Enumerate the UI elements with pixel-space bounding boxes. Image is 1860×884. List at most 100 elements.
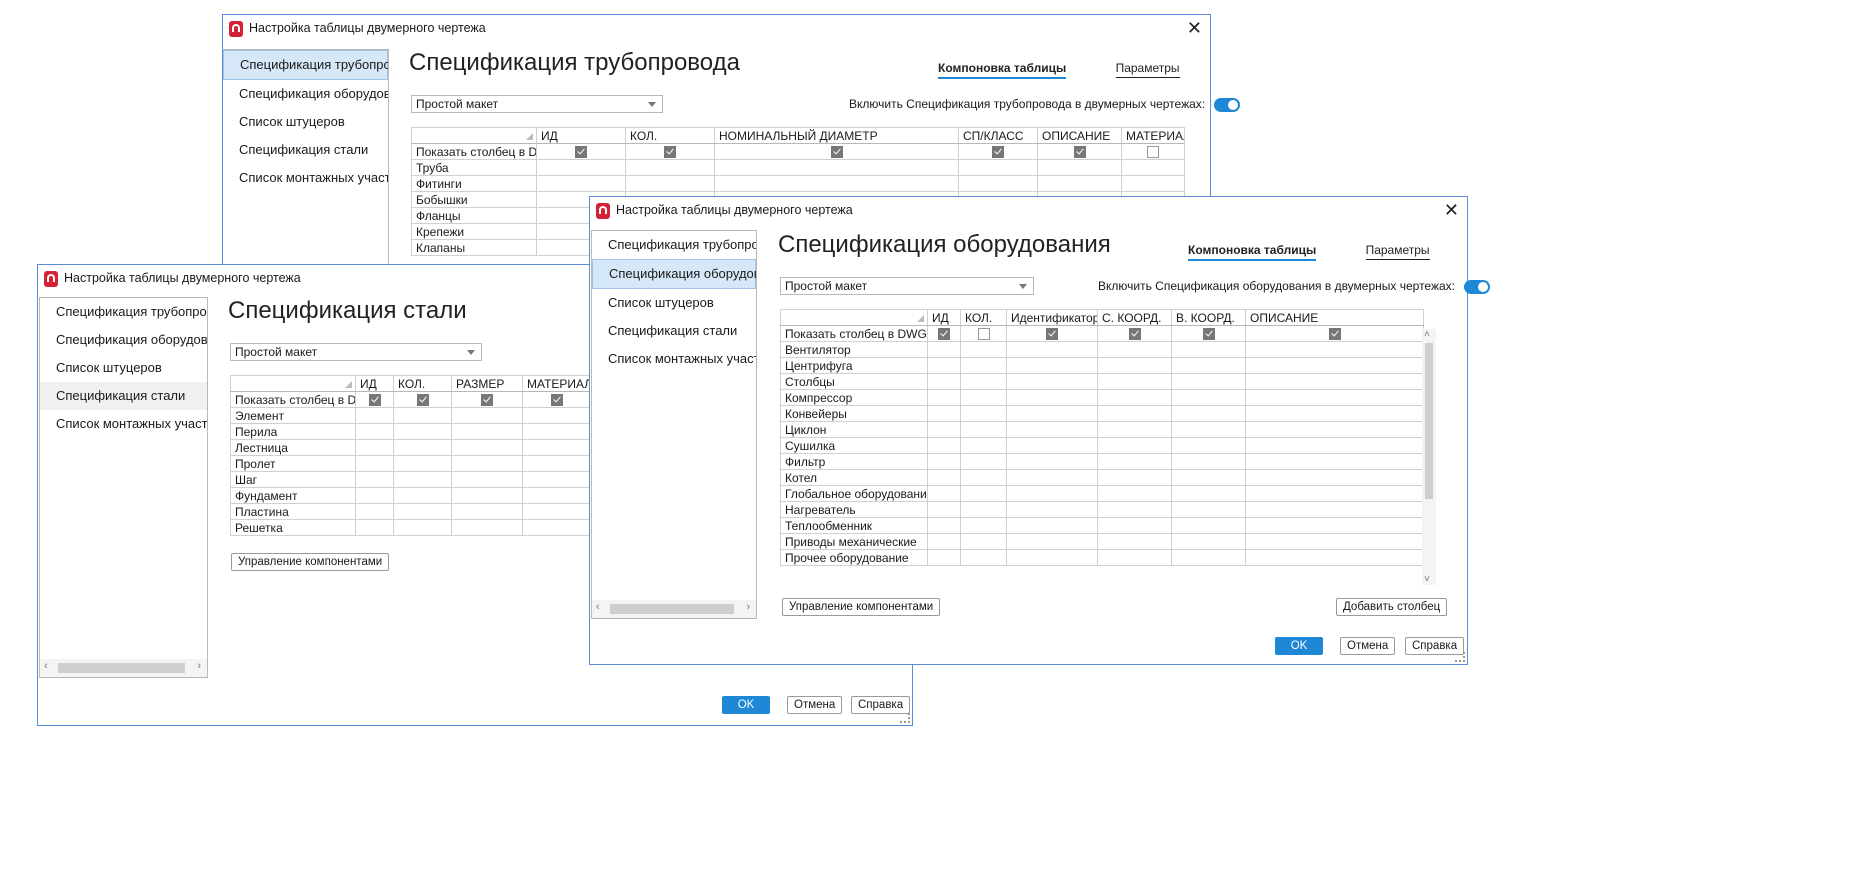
horizontal-scrollbar[interactable]: ‹ ›: [40, 659, 207, 677]
scroll-left-icon[interactable]: ‹: [596, 601, 600, 613]
scroll-up-icon[interactable]: ˄: [1424, 329, 1430, 340]
help-button[interactable]: Справка: [851, 696, 911, 714]
nav-item-pipe-spec[interactable]: Спецификация трубопровода: [592, 231, 756, 259]
column-header[interactable]: КОЛ.: [960, 309, 1007, 326]
show-column-checkbox[interactable]: [368, 394, 381, 407]
table-row[interactable]: Шаг: [230, 471, 591, 488]
table-row[interactable]: Столбцы: [780, 373, 1424, 390]
resize-grip-icon[interactable]: [1455, 652, 1465, 662]
nav-item-nozzle-list[interactable]: Список штуцеров: [592, 289, 756, 317]
table-row[interactable]: Пролет: [230, 455, 591, 472]
table-row[interactable]: Фундамент: [230, 487, 591, 504]
table-row[interactable]: Приводы механические: [780, 533, 1424, 550]
resize-grip-icon[interactable]: [900, 713, 910, 723]
show-column-checkbox[interactable]: [481, 394, 493, 407]
show-column-checkbox[interactable]: [664, 146, 676, 159]
table-row[interactable]: Сушилка: [780, 437, 1424, 454]
scrollbar-thumb[interactable]: [58, 663, 185, 673]
column-header[interactable]: СП/КЛАСС: [958, 127, 1038, 144]
table-row[interactable]: Лестница: [230, 439, 591, 456]
tab-table-layout[interactable]: Компоновка таблицы: [1188, 243, 1317, 261]
table-row[interactable]: Глобальное оборудование: [780, 485, 1424, 502]
show-column-checkbox[interactable]: [1046, 328, 1058, 341]
cancel-button[interactable]: Отмена: [1340, 637, 1396, 655]
column-header[interactable]: МАТЕРИАЛ: [1121, 127, 1185, 144]
column-header[interactable]: Идентификатор: [1006, 309, 1098, 326]
nav-item-steel-spec[interactable]: Спецификация стали: [40, 382, 207, 410]
column-header[interactable]: РАЗМЕР: [451, 375, 523, 392]
table-row[interactable]: Котел: [780, 469, 1424, 486]
column-header[interactable]: В. КООРД.: [1171, 309, 1246, 326]
column-header[interactable]: ИД: [355, 375, 394, 392]
table-row[interactable]: Труба: [411, 159, 1185, 176]
column-header[interactable]: ИД: [927, 309, 961, 326]
table-row[interactable]: Циклон: [780, 421, 1424, 438]
nav-item-equipment-spec[interactable]: Спецификация оборудования: [592, 259, 756, 289]
scroll-right-icon[interactable]: ›: [746, 601, 750, 613]
nav-item-nozzle-list[interactable]: Список штуцеров: [223, 108, 388, 136]
show-column-checkbox[interactable]: [830, 146, 843, 159]
nav-item-spool-list[interactable]: Список монтажных участков: [223, 164, 388, 192]
layout-select[interactable]: Простой макет: [230, 343, 482, 361]
nav-item-equipment-spec[interactable]: Спецификация оборудования: [40, 326, 207, 354]
show-column-checkbox[interactable]: [977, 328, 990, 341]
nav-item-pipe-spec[interactable]: Спецификация трубопровода: [223, 50, 388, 80]
column-header[interactable]: КОЛ.: [625, 127, 715, 144]
table-row[interactable]: Перила: [230, 423, 591, 440]
table-row[interactable]: Теплообменник: [780, 517, 1424, 534]
column-header[interactable]: ИД: [536, 127, 626, 144]
manage-components-button[interactable]: Управление компонентами: [231, 553, 390, 571]
table-row[interactable]: Фитинги: [411, 175, 1185, 192]
table-row[interactable]: Решетка: [230, 519, 591, 536]
show-column-checkbox[interactable]: [1147, 146, 1159, 159]
nav-item-nozzle-list[interactable]: Список штуцеров: [40, 354, 207, 382]
table-row[interactable]: Центрифуга: [780, 357, 1424, 374]
scroll-right-icon[interactable]: ›: [197, 660, 201, 672]
column-header[interactable]: С. КООРД.: [1097, 309, 1172, 326]
nav-item-equipment-spec[interactable]: Спецификация оборудования: [223, 80, 388, 108]
show-column-checkbox[interactable]: [575, 146, 587, 159]
table-row[interactable]: Фильтр: [780, 453, 1424, 470]
table-row[interactable]: Конвейеры: [780, 405, 1424, 422]
table-row[interactable]: Прочее оборудование: [780, 549, 1424, 566]
nav-item-steel-spec[interactable]: Спецификация стали: [592, 317, 756, 345]
ok-button[interactable]: OK: [1275, 637, 1323, 655]
layout-select[interactable]: Простой макет: [411, 95, 663, 113]
enable-toggle[interactable]: [1214, 97, 1241, 112]
show-column-checkbox[interactable]: [1128, 328, 1141, 341]
nav-item-spool-list[interactable]: Список монтажных участков: [592, 345, 756, 373]
enable-toggle[interactable]: [1464, 279, 1491, 294]
scrollbar-thumb[interactable]: [610, 604, 734, 614]
table-row[interactable]: Элемент: [230, 407, 591, 424]
table-row[interactable]: Нагреватель: [780, 501, 1424, 518]
table-row[interactable]: Вентилятор: [780, 341, 1424, 358]
show-column-checkbox[interactable]: [1073, 146, 1086, 159]
scroll-down-icon[interactable]: ˅: [1424, 574, 1430, 585]
close-icon[interactable]: ✕: [1444, 200, 1459, 220]
nav-item-spool-list[interactable]: Список монтажных участков: [40, 410, 207, 438]
horizontal-scrollbar[interactable]: ‹ ›: [592, 600, 756, 618]
column-header[interactable]: НОМИНАЛЬНЫЙ ДИАМЕТР: [714, 127, 959, 144]
ok-button[interactable]: OK: [722, 696, 770, 714]
tab-table-layout[interactable]: Компоновка таблицы: [938, 61, 1067, 79]
show-column-checkbox[interactable]: [992, 146, 1004, 159]
show-column-checkbox[interactable]: [938, 328, 950, 341]
close-icon[interactable]: ✕: [1187, 18, 1202, 38]
column-header[interactable]: ОПИСАНИЕ: [1037, 127, 1122, 144]
scroll-left-icon[interactable]: ‹: [44, 660, 48, 672]
cancel-button[interactable]: Отмена: [787, 696, 843, 714]
nav-item-pipe-spec[interactable]: Спецификация трубопровода: [40, 298, 207, 326]
title-bar[interactable]: Настройка таблицы двумерного чертежа ✕: [223, 15, 1210, 43]
table-row[interactable]: Пластина: [230, 503, 591, 520]
layout-select[interactable]: Простой макет: [780, 277, 1034, 295]
vertical-scrollbar[interactable]: ˄ ˅: [1422, 329, 1436, 585]
show-column-checkbox[interactable]: [416, 394, 429, 407]
add-column-button[interactable]: Добавить столбец: [1336, 598, 1448, 616]
show-column-checkbox[interactable]: [1202, 328, 1215, 341]
show-column-checkbox[interactable]: [550, 394, 563, 407]
table-row[interactable]: Компрессор: [780, 389, 1424, 406]
tab-parameters[interactable]: Параметры: [1365, 243, 1430, 260]
column-header[interactable]: МАТЕРИАЛ: [522, 375, 591, 392]
tab-parameters[interactable]: Параметры: [1115, 61, 1180, 78]
manage-components-button[interactable]: Управление компонентами: [782, 598, 941, 616]
